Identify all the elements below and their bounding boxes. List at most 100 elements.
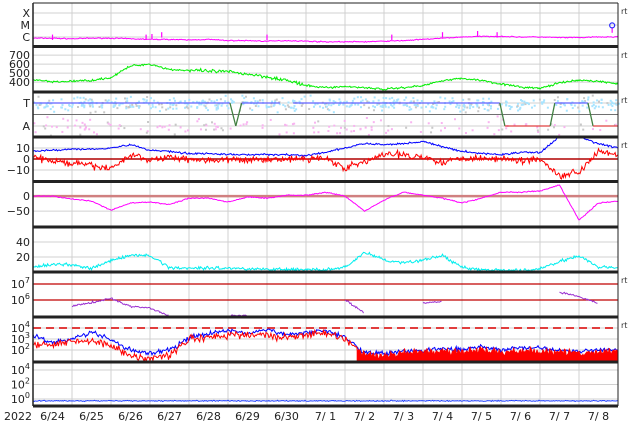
sector-scatter-point: [370, 126, 373, 129]
sector-scatter-point: [562, 103, 565, 106]
sector-scatter-point: [556, 100, 559, 103]
sector-scatter-point: [68, 103, 71, 106]
sector-scatter-point: [382, 96, 385, 99]
sector-scatter-point: [271, 100, 274, 103]
sector-scatter-point: [125, 107, 128, 110]
sector-scatter-point: [146, 96, 149, 99]
sector-scatter-point: [196, 105, 199, 108]
sector-scatter-point: [123, 127, 126, 130]
sector-scatter-point: [165, 108, 168, 111]
sector-scatter-point: [615, 99, 618, 102]
sector-scatter-point: [205, 106, 208, 109]
sector-scatter-point: [343, 126, 346, 129]
sector-scatter-point: [265, 104, 268, 107]
sector-scatter-point: [444, 97, 447, 100]
sector-scatter-point: [496, 107, 499, 110]
sector-scatter-point: [579, 123, 582, 126]
sector-scatter-point: [364, 98, 367, 101]
sector-scatter-point: [147, 121, 150, 124]
sector-scatter-point: [596, 99, 599, 102]
sector-scatter-point: [66, 119, 69, 122]
sector-scatter-point: [509, 108, 512, 111]
sector-scatter-point: [219, 98, 222, 101]
sector-scatter-point: [149, 97, 152, 100]
sector-scatter-point: [258, 99, 261, 102]
sector-scatter-point: [610, 103, 613, 106]
sector-scatter-point: [272, 104, 275, 107]
sector-scatter-point: [592, 101, 595, 104]
sector-scatter-point: [71, 103, 74, 106]
sector-scatter-point: [379, 105, 382, 108]
sector-scatter-point: [94, 110, 97, 113]
sector-scatter-point: [330, 104, 333, 107]
sector-scatter-point: [293, 100, 296, 103]
sector-scatter-point: [440, 122, 443, 125]
sector-scatter-point: [501, 128, 504, 131]
sector-scatter-point: [74, 124, 77, 127]
sector-scatter-point: [269, 118, 272, 121]
sector-scatter-point: [559, 106, 562, 109]
sector-scatter-point: [343, 119, 346, 122]
sector-scatter-point: [493, 133, 496, 136]
sector-scatter-point: [520, 103, 523, 106]
sector-scatter-point: [36, 106, 39, 109]
sector-scatter-point: [505, 103, 508, 106]
sector-scatter-point: [84, 126, 87, 129]
sector-scatter-point: [532, 99, 535, 102]
sector-scatter-point: [391, 96, 394, 99]
sector-scatter-point: [229, 127, 232, 130]
sector-scatter-point: [430, 131, 433, 134]
sector-scatter-point: [118, 124, 121, 127]
sector-scatter-point: [345, 105, 348, 108]
sector-scatter-point: [168, 124, 171, 127]
sector-scatter-point: [416, 99, 419, 102]
sector-scatter-point: [525, 101, 528, 104]
sector-scatter-point: [153, 99, 156, 102]
sector-scatter-point: [597, 105, 600, 108]
y-tick-label: 20: [16, 251, 30, 264]
sector-scatter-point: [128, 105, 131, 108]
sector-scatter-point: [104, 99, 107, 102]
sector-scatter-point: [156, 126, 159, 129]
sector-scatter-point: [600, 98, 603, 101]
sector-scatter-point: [51, 125, 54, 128]
sector-scatter-point: [309, 94, 312, 97]
sector-scatter-point: [252, 97, 255, 100]
sector-scatter-point: [543, 99, 546, 102]
sector-scatter-point: [303, 95, 306, 98]
sector-scatter-point: [489, 107, 492, 110]
sector-scatter-point: [552, 126, 555, 129]
sector-scatter-point: [154, 106, 157, 109]
sector-scatter-point: [340, 126, 343, 129]
sector-scatter-point: [285, 124, 288, 127]
sector-scatter-point: [553, 98, 556, 101]
sector-scatter-point: [563, 126, 566, 129]
tick-exponent: 0: [25, 391, 30, 400]
sector-scatter-point: [293, 105, 296, 108]
sector-scatter-point: [213, 100, 216, 103]
sector-scatter-point: [463, 103, 466, 106]
sector-scatter-point: [336, 132, 339, 135]
rt-label: rt: [621, 7, 627, 16]
sector-scatter-point: [161, 126, 164, 129]
sector-scatter-point: [313, 105, 316, 108]
sector-scatter-point: [131, 103, 134, 106]
sector-scatter-point: [245, 123, 248, 126]
sector-scatter-point: [365, 116, 368, 119]
sector-scatter-point: [414, 106, 417, 109]
sector-scatter-point: [516, 102, 519, 105]
sector-scatter-point: [381, 106, 384, 109]
sector-scatter-point: [490, 105, 493, 108]
sector-scatter-point: [98, 105, 101, 108]
sector-scatter-point: [256, 100, 259, 103]
sector-scatter-point: [158, 110, 161, 113]
sector-scatter-point: [354, 103, 357, 106]
sector-scatter-point: [581, 100, 584, 103]
sector-scatter-point: [482, 97, 485, 100]
sector-scatter-point: [287, 105, 290, 108]
rt-label: rt: [621, 96, 627, 105]
sector-scatter-point: [387, 106, 390, 109]
sector-scatter-point: [404, 103, 407, 106]
sector-scatter-point: [439, 96, 442, 99]
sector-scatter-point: [48, 99, 51, 102]
